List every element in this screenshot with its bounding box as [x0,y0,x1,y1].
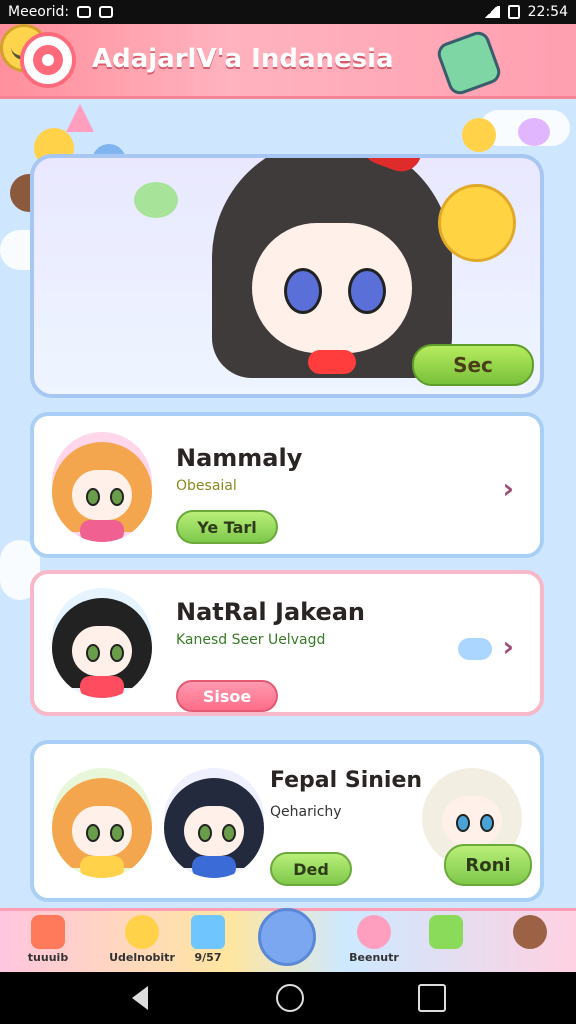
tag-chip[interactable]: Ye Tarl [176,510,278,544]
cloud-icon [458,638,492,660]
chevron-right-icon[interactable]: › [502,472,514,505]
recents-icon[interactable] [418,984,446,1012]
character-name: Nammaly [176,444,303,472]
signal-icon [481,6,500,18]
pig-icon [357,915,391,949]
bunny-icon [518,118,550,146]
app-header: AdajarlV'a Indanesia [0,24,576,98]
character-subtitle: Kanesd Seer Uelvagd [176,632,326,648]
notification-icon [77,6,92,18]
tag-chip[interactable]: Sisoe [176,680,278,712]
avatar [52,768,152,878]
status-time: 22:54 [527,4,568,20]
back-icon[interactable] [132,986,148,1010]
character-card[interactable]: NatRal Jakean Kanesd Seer Uelvagd Sisoe … [30,570,544,716]
nav-home[interactable]: tuuuib [8,915,88,975]
status-app-text: Meeorid: [8,4,70,20]
frog-icon [134,182,178,218]
frog-icon [429,915,463,949]
character-subtitle: Obesaial [176,478,237,494]
character-name: Fepal Sinien [270,768,423,793]
nav-stars[interactable]: 9/57 [168,915,248,975]
chevron-right-icon[interactable]: › [502,630,514,663]
gem-icon[interactable] [434,28,504,98]
sun-character-icon [438,184,516,262]
avatar [52,432,152,542]
bear-icon [513,915,547,949]
system-navigation [0,972,576,1024]
smiley-decoration-icon [462,118,496,152]
smiley-icon [125,915,159,949]
center-action-button[interactable] [258,908,316,966]
star-icon [191,915,225,949]
hero-action-button[interactable]: Sec [412,344,534,386]
character-subtitle: Qeharichy [270,804,342,820]
nav-shop[interactable] [406,915,486,975]
home-icon[interactable] [276,984,304,1012]
battery-icon [507,5,520,19]
character-card[interactable]: Fepal Sinien Qeharichy Ded Roni [30,740,544,902]
tag-chip[interactable]: Ded [270,852,352,886]
status-bar: Meeorid: 22:54 [0,0,576,24]
star-decoration [66,104,94,132]
app-logo[interactable] [20,32,76,88]
media-icon [99,6,114,18]
character-card[interactable]: Nammaly Obesaial Ye Tarl › [30,412,544,558]
avatar [52,588,152,698]
page-title: AdajarlV'a Indanesia [92,44,394,74]
nav-profile[interactable] [490,915,570,975]
avatar [164,768,264,878]
character-name: NatRal Jakean [176,598,366,626]
card-action-button[interactable]: Roni [444,844,532,886]
nav-friends[interactable]: Beenutr [334,915,414,975]
house-icon [31,915,65,949]
